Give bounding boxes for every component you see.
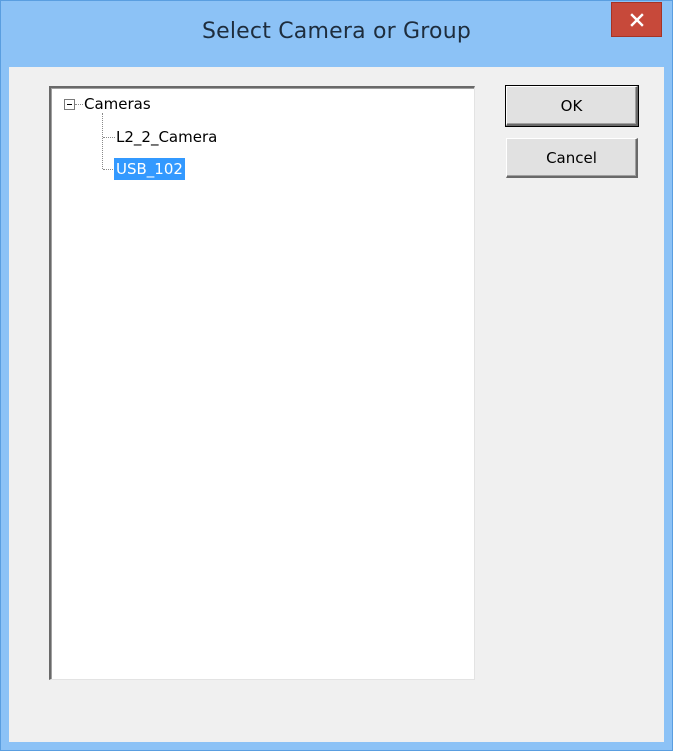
dialog-window: Select Camera or Group Cameras L2_2_Came… xyxy=(0,0,673,751)
close-icon xyxy=(629,12,644,27)
window-title: Select Camera or Group xyxy=(201,19,472,44)
tree-connector xyxy=(102,113,103,169)
tree-inner-border: Cameras L2_2_Camera USB_102 xyxy=(51,88,474,679)
cancel-button[interactable]: Cancel xyxy=(506,138,638,178)
tree-node-l2-2-camera[interactable]: L2_2_Camera xyxy=(114,126,219,148)
dialog-client-area: Cameras L2_2_Camera USB_102 OK Cancel xyxy=(9,67,664,742)
ok-button[interactable]: OK xyxy=(505,85,639,127)
close-button[interactable] xyxy=(611,2,662,37)
tree-node-cameras[interactable]: Cameras xyxy=(82,93,153,115)
camera-tree-view[interactable]: Cameras L2_2_Camera USB_102 xyxy=(49,86,475,680)
collapse-minus-icon[interactable] xyxy=(64,99,75,110)
tree-node-usb-102[interactable]: USB_102 xyxy=(114,158,185,180)
ok-button-label: OK xyxy=(560,96,583,115)
cancel-button-label: Cancel xyxy=(546,148,597,167)
title-bar[interactable]: Select Camera or Group xyxy=(1,1,672,67)
